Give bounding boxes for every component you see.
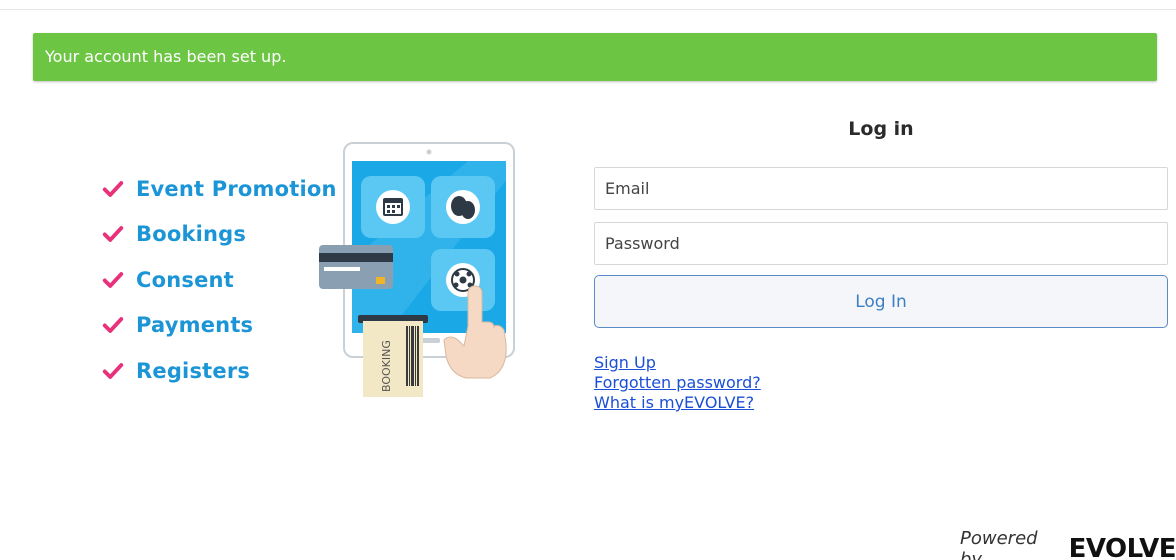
login-title: Log in bbox=[848, 118, 914, 140]
feature-label: Registers bbox=[136, 358, 251, 383]
evolve-logo: EVOLVE bbox=[1069, 534, 1176, 560]
feature-label: Consent bbox=[136, 267, 234, 292]
what-is-myevolve-link[interactable]: What is myEVOLVE? bbox=[594, 393, 761, 413]
login-button[interactable]: Log In bbox=[594, 275, 1168, 328]
svg-text:BOOKING: BOOKING bbox=[380, 340, 393, 392]
check-icon bbox=[102, 226, 124, 243]
feature-label: Payments bbox=[136, 313, 254, 338]
success-alert: Your account has been set up. bbox=[33, 33, 1157, 81]
feature-item-consent: Consent bbox=[102, 257, 337, 303]
tablet-booking-illustration: BOOKING bbox=[319, 142, 515, 397]
tablet-camera bbox=[426, 149, 432, 155]
alert-message: Your account has been set up. bbox=[45, 47, 287, 66]
feature-item-registers: Registers bbox=[102, 348, 337, 394]
check-icon bbox=[102, 362, 124, 379]
auth-links: Sign Up Forgotten password? What is myEV… bbox=[594, 353, 761, 413]
check-icon bbox=[102, 180, 124, 197]
password-field[interactable] bbox=[594, 222, 1168, 265]
feature-item-event-promotion: Event Promotion bbox=[102, 166, 337, 212]
feature-label: Bookings bbox=[136, 222, 247, 247]
powered-by-text: Powered by bbox=[960, 528, 1038, 560]
email-field[interactable] bbox=[594, 167, 1168, 210]
check-icon bbox=[102, 271, 124, 288]
check-icon bbox=[102, 317, 124, 334]
brand-name: EVOLVE bbox=[1068, 534, 1176, 560]
feature-item-payments: Payments bbox=[102, 303, 337, 349]
powered-by-footer: Powered by EVOLVE bbox=[960, 528, 1176, 560]
forgot-password-link[interactable]: Forgotten password? bbox=[594, 373, 761, 393]
feature-list: Event Promotion Bookings Consent Payment… bbox=[102, 166, 337, 394]
feature-item-bookings: Bookings bbox=[102, 212, 337, 258]
sign-up-link[interactable]: Sign Up bbox=[594, 353, 761, 373]
feature-label: Event Promotion bbox=[136, 176, 337, 201]
top-divider bbox=[0, 9, 1176, 10]
